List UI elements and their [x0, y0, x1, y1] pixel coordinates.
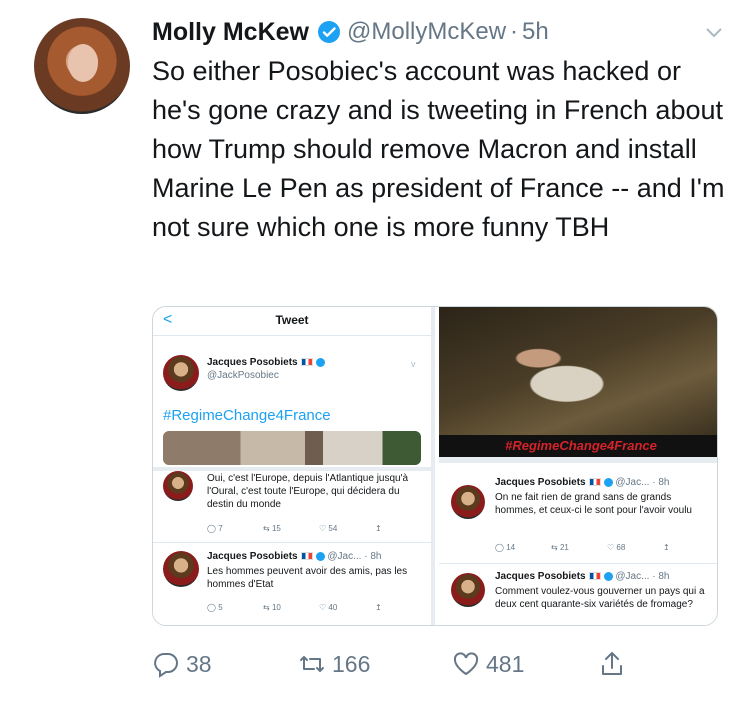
embedded-reply-text: Les hommes peuvent avoir des amis, pas l…	[207, 566, 408, 590]
embedded-action-bar: ◯ 7 ⇆ 15 ♡ 54 ↥	[207, 524, 431, 533]
verified-badge-icon	[315, 551, 325, 561]
embedded-avatar	[451, 573, 485, 607]
tweet-media[interactable]: < Tweet Jacques Posobiets @JackPosobiec …	[152, 306, 718, 626]
embedded-avatar	[163, 551, 199, 587]
header-separator: ·	[510, 18, 519, 45]
embedded-action-bar: ◯ 5 ⇆ 10 ♡ 40 ↥	[207, 603, 431, 612]
divider	[153, 542, 431, 543]
heart-icon	[453, 652, 479, 676]
painting-image	[439, 307, 717, 435]
embedded-avatar	[451, 485, 485, 519]
embedded-reply-text: Comment voulez-vous gouverner un pays qu…	[495, 586, 705, 610]
reply-count: ◯ 7	[207, 524, 223, 533]
retweet-count: ⇆ 15	[263, 524, 281, 533]
embedded-photo	[163, 431, 421, 465]
embedded-reply-text: Oui, c'est l'Europe, depuis l'Atlantique…	[207, 473, 409, 510]
embedded-author-name: Jacques Posobiets @Jac... · 8h	[495, 571, 670, 582]
embedded-action-bar: ◯ 14 ⇆ 21 ♡ 68 ↥	[495, 543, 717, 552]
tweet-timestamp[interactable]: 5h	[522, 18, 549, 46]
retweet-count: 166	[332, 650, 371, 677]
retweet-count: ⇆ 10	[263, 603, 281, 612]
embedded-page-title: Tweet	[275, 313, 309, 327]
like-count: ♡ 40	[319, 603, 338, 612]
france-flag-icon	[300, 552, 313, 561]
media-screenshot-right[interactable]: #RegimeChange4France Jacques Posobiets @…	[435, 307, 717, 625]
divider	[439, 457, 717, 463]
embedded-handle: @JackPosobiec	[207, 370, 279, 381]
chevron-down-icon[interactable]	[704, 22, 724, 42]
like-button[interactable]: 481	[452, 646, 524, 682]
like-count: 481	[486, 650, 525, 677]
verified-badge-icon	[317, 21, 340, 43]
author-avatar[interactable]	[34, 18, 130, 114]
reply-button[interactable]: 38	[152, 646, 212, 682]
embedded-author-name: Jacques Posobiets @Jac... · 8h	[207, 551, 382, 562]
media-screenshot-left[interactable]: < Tweet Jacques Posobiets @JackPosobiec …	[153, 307, 431, 625]
share-button[interactable]	[598, 646, 632, 682]
embedded-avatar	[163, 355, 199, 391]
avatar-face	[68, 44, 98, 82]
retweet-icon	[300, 656, 324, 672]
author-name[interactable]: Molly McKew	[152, 18, 309, 47]
like-count: ♡ 54	[319, 524, 338, 533]
embedded-author-name: Jacques Posobiets @Jac... · 8h	[495, 477, 670, 488]
divider	[439, 563, 717, 564]
verified-badge-icon	[603, 477, 613, 487]
embedded-avatar	[163, 471, 193, 501]
tweet-action-bar: 38 166 481	[152, 646, 652, 682]
verified-badge-icon	[315, 357, 325, 367]
france-flag-icon	[300, 358, 313, 367]
france-flag-icon	[588, 478, 601, 487]
share-icon: ↥	[663, 543, 670, 552]
share-icon	[602, 652, 622, 675]
share-icon: ↥	[375, 524, 382, 533]
reply-icon	[154, 653, 178, 678]
retweet-count: ⇆ 21	[551, 543, 569, 552]
verified-badge-icon	[603, 571, 613, 581]
tweet-header: Molly McKew @MollyMcKew · 5h	[152, 14, 730, 50]
divider	[153, 467, 431, 471]
divider	[153, 335, 431, 336]
author-handle[interactable]: @MollyMcKew	[347, 18, 506, 46]
retweet-button[interactable]: 166	[298, 646, 370, 682]
reply-count: ◯ 5	[207, 603, 223, 612]
embedded-author-name: Jacques Posobiets	[207, 357, 325, 368]
reply-count: ◯ 14	[495, 543, 516, 552]
embedded-hashtag: #RegimeChange4France	[163, 407, 331, 424]
embedded-reply-text: On ne fait rien de grand sans de grands …	[495, 492, 692, 516]
chevron-down-icon: v	[411, 359, 416, 369]
tweet-text: So either Posobiec's account was hacked …	[152, 56, 725, 242]
reply-count: 38	[186, 650, 212, 677]
share-icon: ↥	[375, 603, 382, 612]
like-count: ♡ 68	[607, 543, 626, 552]
painting-caption: #RegimeChange4France	[439, 435, 717, 457]
france-flag-icon	[588, 572, 601, 581]
